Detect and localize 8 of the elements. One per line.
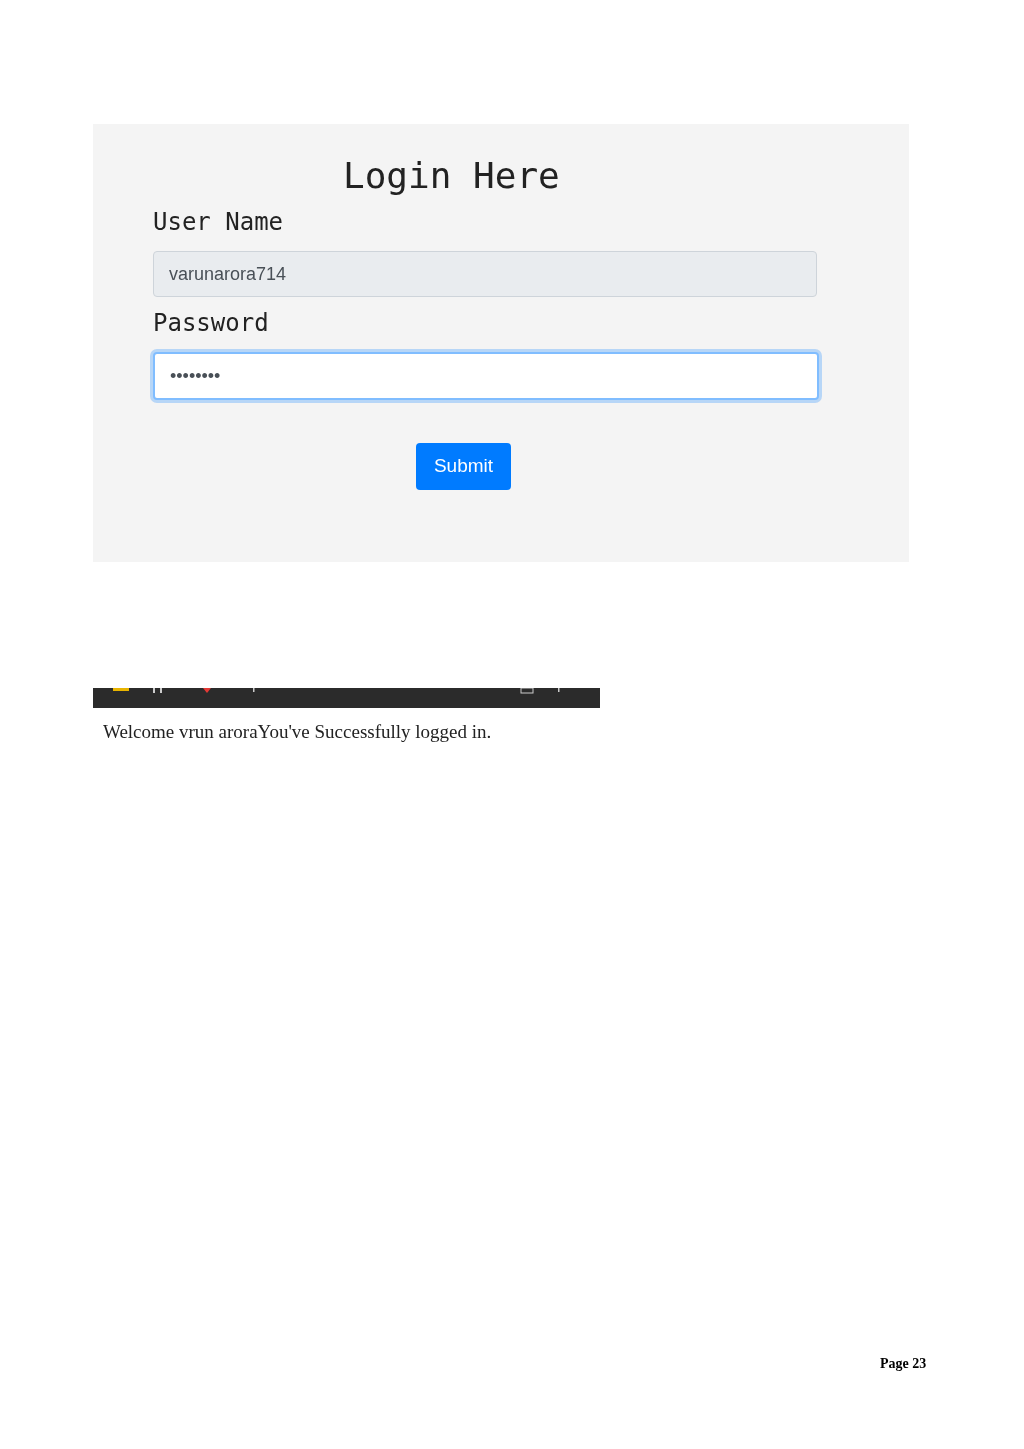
- success-message: Welcome vrun aroraYou've Successfully logged in.: [103, 720, 493, 744]
- page-number: Page 23: [880, 1355, 927, 1373]
- field-label: User Name: [153, 207, 285, 238]
- submit-button[interactable]: Submit: [416, 443, 511, 490]
- input-field[interactable]: varunarora714: [153, 251, 817, 297]
- form-title: Login Here: [343, 156, 560, 196]
- input-field[interactable]: ••••••••: [153, 352, 819, 400]
- field-label: Password: [153, 308, 270, 339]
